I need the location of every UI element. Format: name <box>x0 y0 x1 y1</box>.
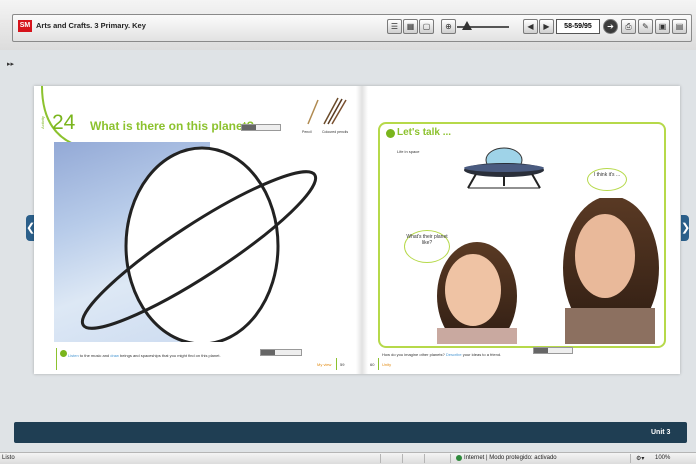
activity-heading: What is there on this planet? <box>90 119 255 133</box>
lets-talk-title: Let's talk ... <box>397 127 452 138</box>
prev-spread-arrow-icon[interactable]: ❮ <box>26 215 35 241</box>
tool-label-coloured-pencils: Coloured pencils <box>322 130 349 134</box>
zoom-icon[interactable]: ⊕ <box>441 19 456 34</box>
audio-player-left-bottom[interactable] <box>260 349 302 356</box>
sm-logo: SM <box>18 20 32 32</box>
audio-player-left[interactable] <box>241 124 281 131</box>
status-separator <box>630 454 631 463</box>
audio-player-right[interactable] <box>533 347 573 354</box>
ufo-illustration <box>464 147 544 189</box>
protected-mode-icon[interactable]: ⚙▾ <box>636 455 644 462</box>
media-icon[interactable]: ▣ <box>655 19 670 34</box>
left-footer-label: My view <box>317 362 332 367</box>
activity-number: 24 <box>52 111 76 134</box>
go-to-page-icon[interactable]: ➔ <box>603 19 618 34</box>
status-separator <box>450 454 451 463</box>
status-separator <box>424 454 425 463</box>
status-separator <box>402 454 403 463</box>
print-icon[interactable]: ⎙ <box>621 19 636 34</box>
right-page-number: 60 <box>370 362 375 367</box>
browser-status-bar: Listo Internet | Modo protegido: activad… <box>0 452 696 464</box>
speech-bubble-right: I think it's ... <box>587 168 627 191</box>
left-page-rule <box>336 358 337 370</box>
status-separator <box>380 454 381 463</box>
activity-label: Activity <box>39 116 45 129</box>
notes-icon[interactable]: ▤ <box>672 19 687 34</box>
tool-label-pencil: Pencil <box>302 130 312 134</box>
right-page-rule <box>378 358 379 370</box>
next-spread-arrow-icon[interactable]: ❯ <box>681 215 690 241</box>
expand-panel-icon[interactable]: ▸▸ <box>7 60 14 68</box>
prev-page-button[interactable]: ◀ <box>523 19 538 34</box>
book-gutter <box>356 86 368 374</box>
unit-bar <box>14 422 687 443</box>
left-instruction-bullet <box>60 350 67 357</box>
left-footer-rule <box>56 348 57 370</box>
right-footer-label: Unity <box>382 362 392 367</box>
pencil-tool-icon[interactable]: ✎ <box>638 19 653 34</box>
single-page-icon[interactable]: ▢ <box>419 19 434 34</box>
index-icon[interactable]: ☰ <box>387 19 402 34</box>
girls-photo <box>437 198 659 344</box>
document-title: Arts and Crafts. 3 Primary. Key <box>36 21 146 30</box>
zoom-level[interactable]: 100% <box>655 455 670 461</box>
left-instruction: Listen to the music and draw beings and … <box>68 353 221 358</box>
speech-bubble-left: What's their planet like? <box>404 230 450 263</box>
planet-outline <box>80 146 318 342</box>
unit-label[interactable]: Unit 3 <box>651 429 670 436</box>
pencils-illustration <box>307 97 347 125</box>
next-page-button[interactable]: ▶ <box>539 19 554 34</box>
page-number-field[interactable]: 58-59/95 <box>556 19 600 34</box>
talk-title-bullet <box>386 129 395 138</box>
lets-talk-subtitle: Life in space <box>397 149 420 154</box>
left-page-number: 59 <box>340 362 345 367</box>
zoom-slider-knob[interactable] <box>462 21 472 30</box>
thumbnails-icon[interactable]: ▦ <box>403 19 418 34</box>
security-zone-text[interactable]: Internet | Modo protegido: activado <box>464 455 557 461</box>
globe-icon <box>456 455 462 461</box>
status-text: Listo <box>2 455 15 461</box>
right-instruction: How do you imagine other planets? Descri… <box>382 352 502 357</box>
